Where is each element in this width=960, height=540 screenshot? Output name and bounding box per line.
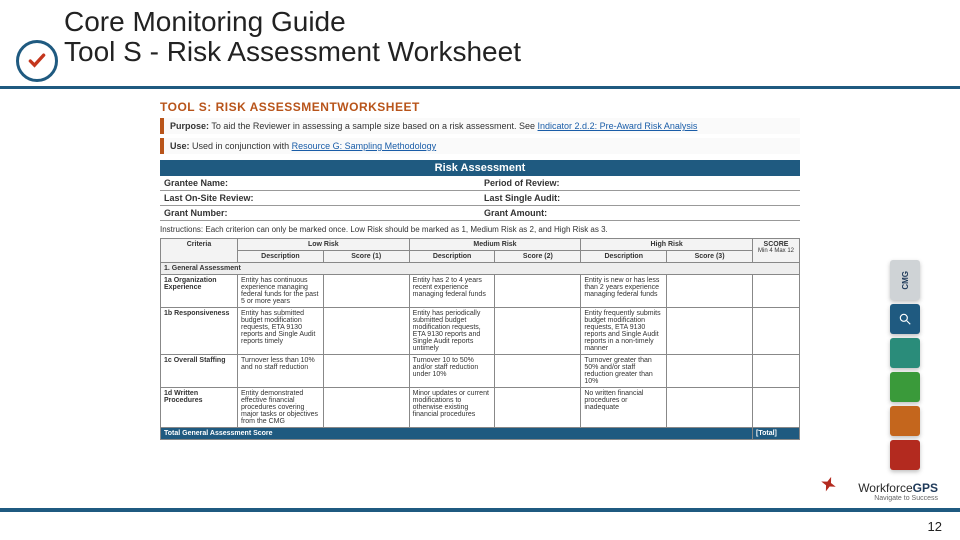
tab-orange[interactable]: [890, 406, 920, 436]
col-high-desc: Description: [581, 251, 667, 263]
table-row: 1c Overall StaffingTurnover less than 10…: [161, 355, 800, 388]
row-med-desc: Minor updates or current modifications t…: [409, 388, 495, 428]
tab-red[interactable]: [890, 440, 920, 470]
row-s2: [495, 355, 581, 388]
purpose-link[interactable]: Indicator 2.d.2: Pre-Award Risk Analysis: [538, 121, 698, 131]
slide-header: Core Monitoring Guide Tool S - Risk Asse…: [0, 0, 960, 68]
row-med-desc: Entity has 2 to 4 years recent experienc…: [409, 275, 495, 308]
instructions-text: Instructions: Each criterion can only be…: [160, 225, 800, 234]
period-label: Period of Review:: [480, 176, 640, 191]
row-low-desc: Turnover less than 10% and no staff redu…: [238, 355, 324, 388]
amount-label: Grant Amount:: [480, 206, 640, 221]
purpose-callout: Purpose: To aid the Reviewer in assessin…: [160, 118, 800, 134]
row-high-desc: No written financial procedures or inade…: [581, 388, 667, 428]
risk-matrix-table: Criteria Low Risk Medium Risk High Risk …: [160, 238, 800, 440]
risk-assessment-header: Risk Assessment: [160, 160, 800, 176]
grantno-value: [320, 206, 480, 221]
use-label: Use:: [170, 141, 190, 151]
row-s3: [667, 355, 753, 388]
logo-tagline: Navigate to Success: [858, 495, 938, 502]
row-med-desc: Entity has periodically submitted budget…: [409, 308, 495, 355]
row-low-desc: Entity has submitted budget modification…: [238, 308, 324, 355]
row-score: [753, 388, 800, 428]
use-text: Used in conjunction with: [192, 141, 292, 151]
tab-cmg[interactable]: CMG: [890, 260, 920, 300]
row-s2: [495, 388, 581, 428]
col-med-desc: Description: [409, 251, 495, 263]
slide-title-line2: Tool S - Risk Assessment Worksheet: [64, 36, 960, 68]
tab-search[interactable]: [890, 304, 920, 334]
purpose-label: Purpose:: [170, 121, 209, 131]
col-score: SCORE Min 4 Max 12: [753, 239, 800, 263]
row-criteria: 1c Overall Staffing: [161, 355, 238, 388]
col-s3: Score (3): [667, 251, 753, 263]
audit-label: Last Single Audit:: [480, 191, 640, 206]
col-s1: Score (1): [323, 251, 409, 263]
row-s1: [323, 275, 409, 308]
tab-green[interactable]: [890, 372, 920, 402]
use-link[interactable]: Resource G: Sampling Methodology: [292, 141, 437, 151]
grantee-value: [320, 176, 480, 191]
row-s1: [323, 388, 409, 428]
use-callout: Use: Used in conjunction with Resource G…: [160, 138, 800, 154]
grantno-label: Grant Number:: [160, 206, 320, 221]
worksheet-document: TOOL S: RISK ASSESSMENTWORKSHEET Purpose…: [160, 100, 800, 440]
col-s2: Score (2): [495, 251, 581, 263]
col-low: Low Risk: [238, 239, 410, 251]
row-s2: [495, 275, 581, 308]
row-high-desc: Entity is new or has less than 2 years e…: [581, 275, 667, 308]
worksheet-title: TOOL S: RISK ASSESSMENTWORKSHEET: [160, 100, 800, 114]
purpose-text: To aid the Reviewer in assessing a sampl…: [211, 121, 537, 131]
row-med-desc: Turnover 10 to 50% and/or staff reductio…: [409, 355, 495, 388]
row-low-desc: Entity demonstrated effective financial …: [238, 388, 324, 428]
row-criteria: 1a Organization Experience: [161, 275, 238, 308]
col-med: Medium Risk: [409, 239, 581, 251]
row-s3: [667, 275, 753, 308]
row-score: [753, 355, 800, 388]
slide-title-line1: Core Monitoring Guide: [64, 6, 960, 38]
table-row: 1b ResponsivenessEntity has submitted bu…: [161, 308, 800, 355]
grantee-label: Grantee Name:: [160, 176, 320, 191]
page-number: 12: [928, 519, 942, 534]
period-value: [640, 176, 800, 191]
footer-rule: [0, 508, 960, 512]
row-s1: [323, 308, 409, 355]
row-criteria: 1b Responsiveness: [161, 308, 238, 355]
amount-value: [640, 206, 800, 221]
row-s2: [495, 308, 581, 355]
row-s3: [667, 388, 753, 428]
workforcegps-logo: WorkforceGPS Navigate to Success: [858, 481, 938, 502]
total-label: Total General Assessment Score: [161, 428, 753, 440]
row-high-desc: Turnover greater than 50% and/or staff r…: [581, 355, 667, 388]
search-icon: [898, 312, 912, 326]
col-low-desc: Description: [238, 251, 324, 263]
table-row: 1a Organization ExperienceEntity has con…: [161, 275, 800, 308]
header-rule: [0, 86, 960, 89]
row-score: [753, 275, 800, 308]
side-tabs: CMG: [890, 260, 920, 474]
total-cell: [Total]: [753, 428, 800, 440]
table-row: 1d Written ProceduresEntity demonstrated…: [161, 388, 800, 428]
compass-icon: [818, 472, 840, 494]
tab-teal[interactable]: [890, 338, 920, 368]
col-high: High Risk: [581, 239, 753, 251]
row-score: [753, 308, 800, 355]
row-high-desc: Entity frequently submits budget modific…: [581, 308, 667, 355]
row-criteria: 1d Written Procedures: [161, 388, 238, 428]
lastreview-value: [320, 191, 480, 206]
audit-value: [640, 191, 800, 206]
row-s1: [323, 355, 409, 388]
row-low-desc: Entity has continuous experience managin…: [238, 275, 324, 308]
row-s3: [667, 308, 753, 355]
section-general: 1. General Assessment: [161, 263, 800, 275]
lastreview-label: Last On-Site Review:: [160, 191, 320, 206]
metadata-table: Grantee Name: Period of Review: Last On-…: [160, 176, 800, 221]
col-criteria: Criteria: [161, 239, 238, 263]
